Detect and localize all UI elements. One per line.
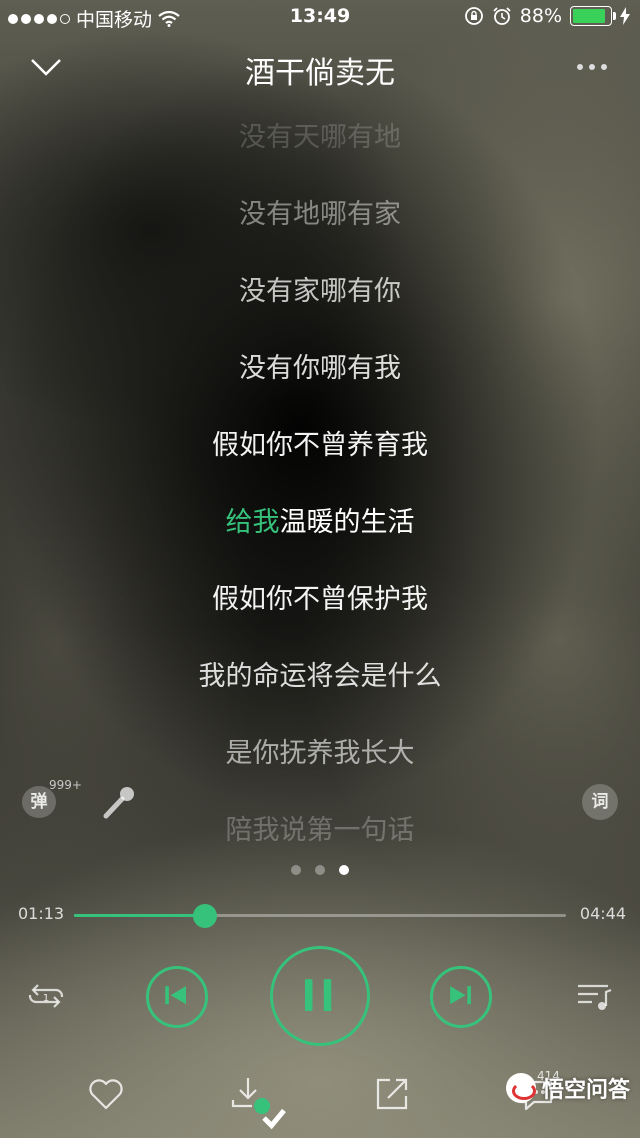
lyrics-panel[interactable]: 没有天哪有地 没有地哪有家 没有家哪有你 没有你哪有我 假如你不曾养育我 给我温… <box>0 112 640 882</box>
page-dot[interactable] <box>315 865 325 875</box>
pause-icon <box>304 979 332 1012</box>
watermark: 悟空问答 <box>505 1072 630 1104</box>
lyric-line: 没有地哪有家 <box>239 199 401 230</box>
current-lyric-sung: 给我 <box>225 507 280 538</box>
skip-next-icon <box>450 986 471 1005</box>
played-portion <box>74 914 205 917</box>
watermark-text: 悟空问答 <box>541 1078 630 1103</box>
current-time: 01:13 <box>18 904 65 923</box>
lyric-line: 是你抚养我长大 <box>225 738 415 769</box>
page-dot[interactable] <box>291 865 301 875</box>
total-time: 04:44 <box>579 904 626 923</box>
page-dot-active[interactable] <box>339 865 349 875</box>
playlist-queue-icon[interactable] <box>574 980 614 1012</box>
lyric-line: 没有家哪有你 <box>239 276 401 307</box>
progress-bar: 01:13 04:44 <box>0 900 640 930</box>
previous-track-button[interactable] <box>146 966 208 1028</box>
battery-percent: 88% <box>519 5 562 27</box>
lyric-line: 没有天哪有地 <box>239 122 401 153</box>
danmu-button[interactable]: 弹 999+ <box>22 778 82 826</box>
microphone-icon[interactable] <box>100 782 140 822</box>
seek-track[interactable] <box>74 904 566 928</box>
current-lyric-rest: 温暖的生活 <box>279 507 415 538</box>
song-title: 酒干倘卖无 <box>245 56 395 91</box>
battery-icon <box>570 6 616 26</box>
more-horizontal-icon[interactable] <box>572 52 612 82</box>
seek-handle[interactable] <box>192 904 217 928</box>
playback-controls: 1 <box>0 946 640 1046</box>
current-lyric-line: 给我温暖的生活 <box>0 497 640 574</box>
status-bar: 中国移动 13:49 88% <box>0 0 640 34</box>
alarm-icon <box>493 7 511 25</box>
lyric-settings-icon[interactable]: 词 <box>582 784 618 820</box>
share-icon[interactable] <box>372 1074 412 1114</box>
lyric-line: 没有你哪有我 <box>239 353 401 384</box>
skip-previous-icon <box>165 986 187 1005</box>
download-icon[interactable] <box>228 1074 286 1130</box>
rotation-lock-icon <box>464 7 483 25</box>
wukong-logo-icon <box>505 1073 536 1103</box>
repeat-one-icon[interactable]: 1 <box>26 980 66 1012</box>
pause-button[interactable] <box>270 946 370 1046</box>
heart-icon[interactable] <box>86 1074 126 1114</box>
lyric-line: 我的命运将会是什么 <box>198 661 442 692</box>
danmu-count: 999+ <box>49 778 82 792</box>
next-track-button[interactable] <box>430 966 492 1028</box>
page-indicator <box>0 865 640 875</box>
player-header: 酒干倘卖无 <box>0 40 640 94</box>
lyric-line: 假如你不曾保护我 <box>212 584 428 615</box>
repeat-badge: 1 <box>43 993 49 1004</box>
downloaded-check-icon <box>254 1098 286 1130</box>
lyric-line: 假如你不曾养育我 <box>212 430 428 461</box>
charging-bolt-icon <box>620 7 630 25</box>
